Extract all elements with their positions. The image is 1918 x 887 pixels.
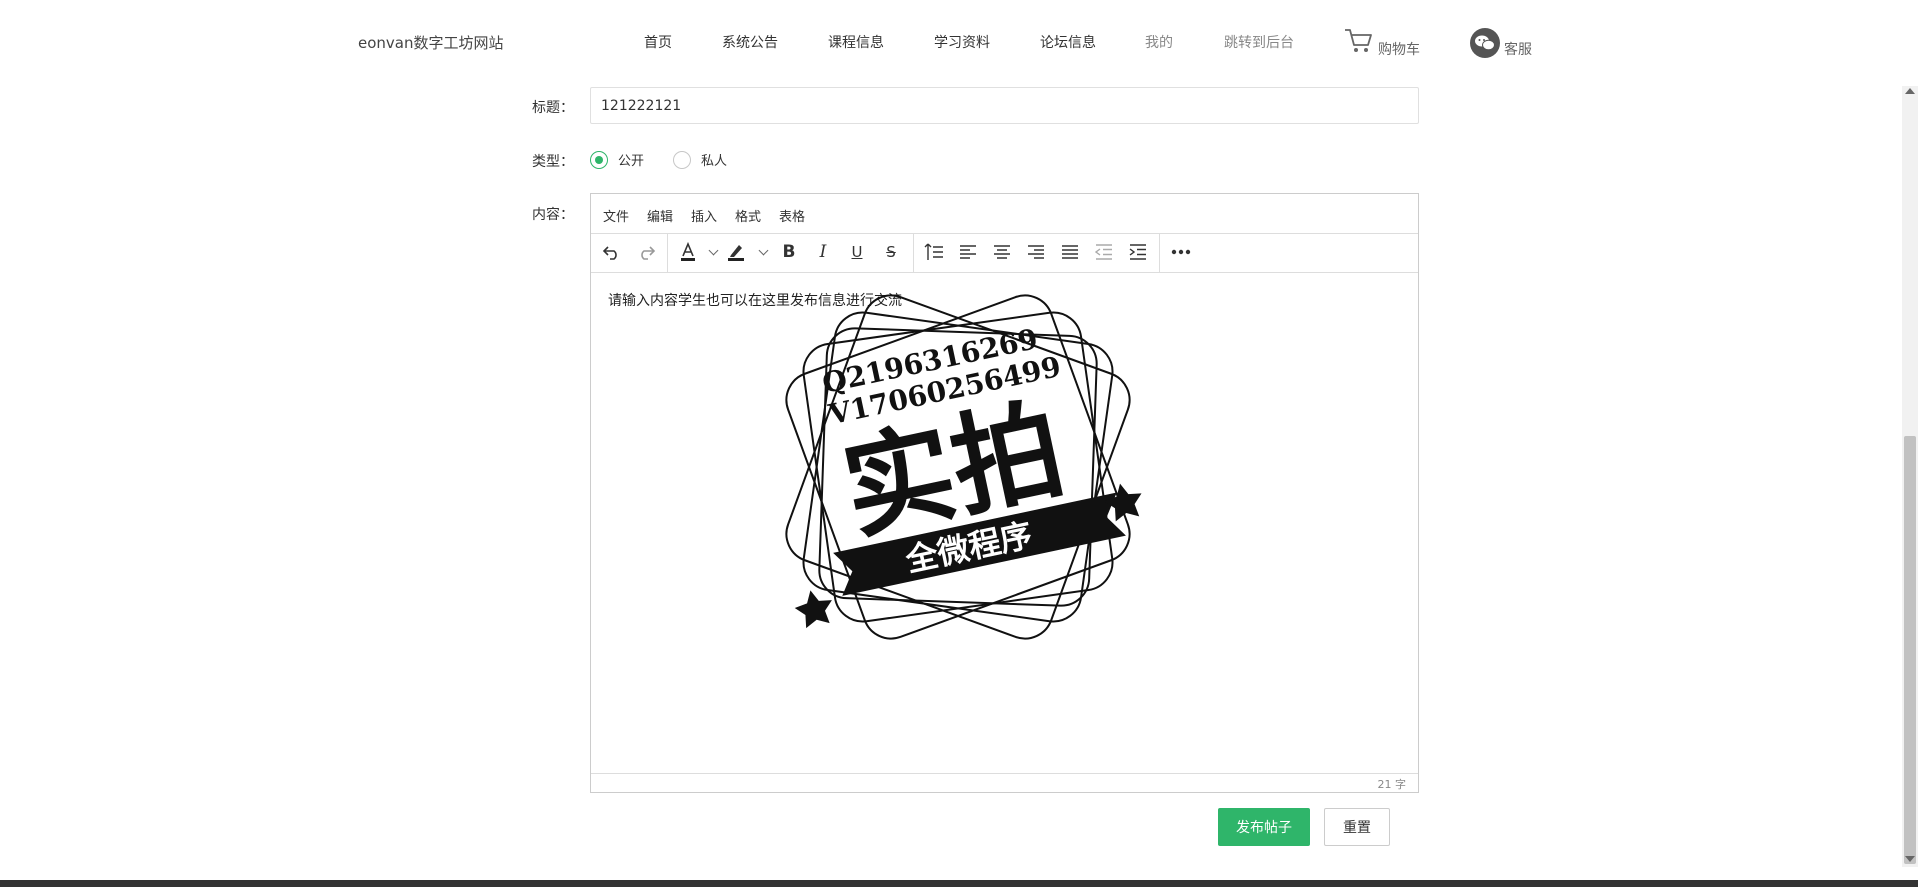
service-label: 客服: [1504, 42, 1532, 58]
content-label: 内容：: [532, 207, 574, 223]
cart-label: 购物车: [1378, 42, 1420, 58]
redo-icon[interactable]: [635, 241, 657, 263]
radio-private-label: 私人: [701, 154, 728, 169]
menu-table[interactable]: 表格: [779, 206, 805, 225]
scrollbar-thumb[interactable]: [1904, 436, 1916, 864]
reset-button[interactable]: 重置: [1324, 808, 1390, 846]
scroll-up-arrow-icon[interactable]: [1905, 88, 1915, 94]
menu-edit[interactable]: 编辑: [647, 206, 673, 225]
menu-format[interactable]: 格式: [735, 206, 761, 225]
radio-circle: [590, 150, 608, 169]
editor-statusbar: 21 字: [591, 773, 1418, 792]
nav-courses[interactable]: 课程信息: [828, 32, 884, 52]
submit-post-button[interactable]: 发布帖子: [1218, 808, 1310, 846]
type-label: 类型：: [532, 154, 574, 170]
radio-public-label: 公开: [618, 154, 645, 169]
watermark-stamp: Q2196316269 V17060256499 实拍 全微程序: [785, 294, 1142, 640]
highlight-caret-icon[interactable]: [758, 245, 769, 256]
menu-insert[interactable]: 插入: [691, 206, 717, 225]
wechat-icon: [1470, 28, 1500, 58]
scroll-down-arrow-icon[interactable]: [1905, 856, 1915, 862]
nav-materials[interactable]: 学习资料: [934, 32, 990, 52]
highlight-icon[interactable]: [725, 241, 747, 263]
site-name: eonvan数字工坊网站: [358, 34, 504, 52]
menu-file[interactable]: 文件: [603, 206, 629, 225]
nav-admin[interactable]: 跳转到后台: [1224, 32, 1294, 52]
radio-circle: [673, 150, 691, 169]
editor-menubar: 文件 编辑 插入 格式 表格: [591, 194, 1418, 234]
undo-icon[interactable]: [601, 241, 623, 263]
star-icon: [1104, 483, 1142, 522]
more-icon[interactable]: [1169, 241, 1193, 263]
cart-icon: [1344, 27, 1374, 59]
word-count: 21 字: [1377, 778, 1407, 791]
nav-mine[interactable]: 我的: [1145, 32, 1173, 52]
text-color-caret-icon[interactable]: [708, 245, 719, 256]
bottom-bar: [0, 880, 1918, 887]
title-input[interactable]: [590, 87, 1419, 124]
nav-announcements[interactable]: 系统公告: [722, 32, 778, 52]
title-label: 标题：: [532, 100, 574, 116]
nav-forum[interactable]: 论坛信息: [1040, 32, 1096, 52]
radio-public[interactable]: 公开: [590, 150, 644, 169]
text-color-icon[interactable]: [677, 241, 699, 263]
radio-private[interactable]: 私人: [673, 150, 727, 169]
nav-service[interactable]: 客服: [1470, 26, 1532, 60]
nav-cart[interactable]: 购物车: [1344, 26, 1420, 60]
nav-home[interactable]: 首页: [644, 32, 672, 52]
